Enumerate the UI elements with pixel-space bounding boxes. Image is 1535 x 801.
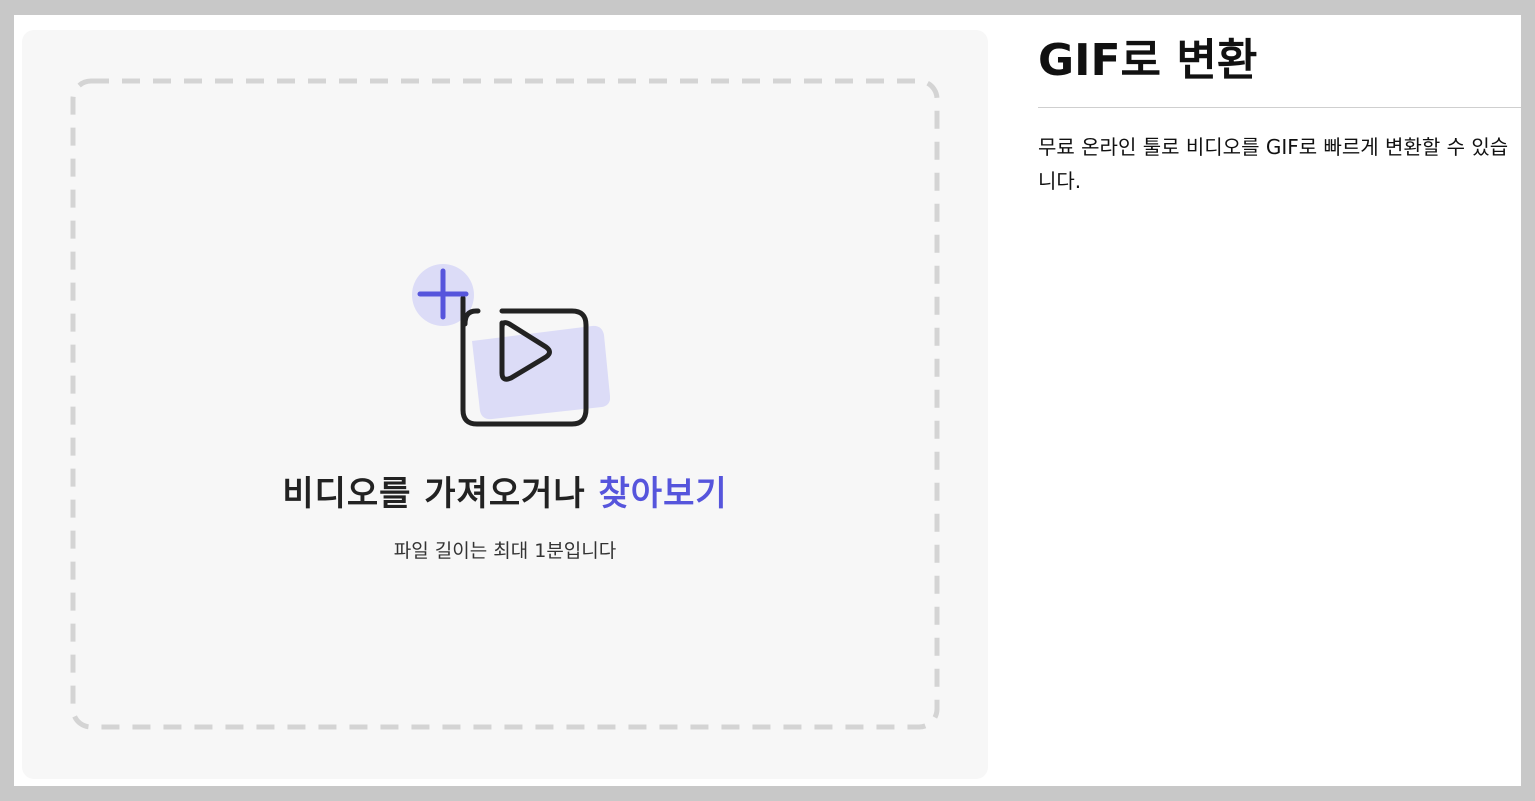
file-length-hint: 파일 길이는 최대 1분입니다 [393, 540, 617, 562]
page-description: 무료 온라인 툴로 비디오를 GIF로 빠르게 변환할 수 있습니다. [1038, 135, 1509, 193]
dropzone-title: 비디오를 가져오거나 찾아보기 [70, 466, 940, 515]
dropzone-title-text: 비디오를 가져오거나 [282, 474, 599, 514]
upload-panel: 비디오를 가져오거나 찾아보기 파일 길이는 최대 1분입니다 [22, 30, 988, 779]
page-frame: 비디오를 가져오거나 찾아보기 파일 길이는 최대 1분입니다 GIF로 변환 … [14, 15, 1521, 786]
browse-link[interactable]: 찾아보기 [599, 474, 728, 514]
page-title: GIF로 변환 [1038, 33, 1521, 108]
add-video-icon[interactable] [410, 261, 610, 431]
info-section: GIF로 변환 무료 온라인 툴로 비디오를 GIF로 빠르게 변환할 수 있습… [1038, 33, 1521, 198]
video-dropzone[interactable]: 비디오를 가져오거나 찾아보기 파일 길이는 최대 1분입니다 [70, 78, 940, 730]
